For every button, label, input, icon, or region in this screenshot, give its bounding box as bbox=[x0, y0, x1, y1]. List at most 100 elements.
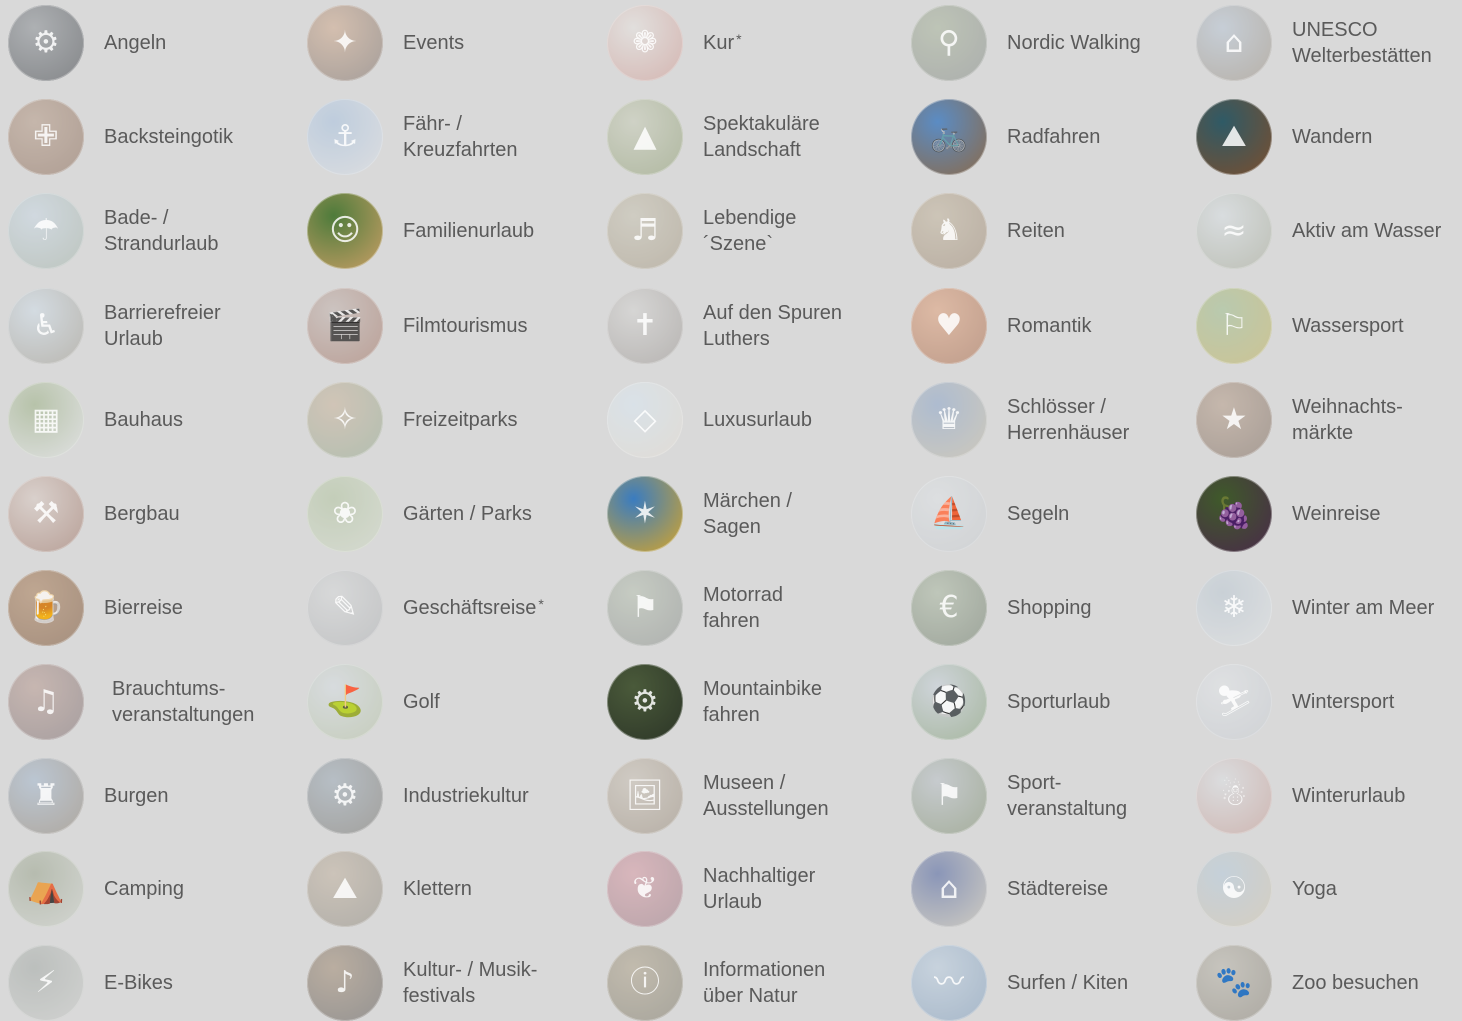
category-label: Weihnachts- märkte bbox=[1292, 396, 1403, 444]
category-tile[interactable]: ⌂ Städtereise bbox=[911, 851, 1108, 927]
thumbnail-glyph: ⛰ bbox=[332, 871, 358, 906]
category-tile[interactable]: 〰 Surfen / Kiten bbox=[911, 945, 1128, 1021]
category-tile[interactable]: ☃ Winterurlaub bbox=[1196, 758, 1405, 834]
category-tile[interactable]: ▦ Bauhaus bbox=[8, 382, 183, 458]
thumbnail-glyph: ☯ bbox=[1220, 871, 1248, 906]
category-label: Filmtourismus bbox=[403, 315, 528, 337]
category-tile[interactable]: ❁ Kur * bbox=[607, 5, 742, 81]
category-tile[interactable]: ⛷ Wintersport bbox=[1196, 664, 1394, 740]
category-tile[interactable]: 🍇 Weinreise bbox=[1196, 476, 1381, 552]
category-label: Mountainbike fahren bbox=[703, 678, 822, 726]
thumbnail-glyph: ✙ bbox=[33, 119, 59, 154]
category-label: Informationen über Natur bbox=[703, 959, 826, 1007]
category-tile[interactable]: ❦ Nachhaltiger Urlaub bbox=[607, 851, 815, 927]
thumbnail-glyph: 🚲 bbox=[930, 119, 968, 154]
category-label: E-Bikes bbox=[104, 972, 173, 994]
category-tile[interactable]: ⓘ Informationen über Natur bbox=[607, 945, 825, 1021]
category-tile[interactable]: ♥ Romantik bbox=[911, 288, 1091, 364]
category-label: Spektakuläre Landschaft bbox=[703, 113, 820, 161]
category-label: Barrierefreier Urlaub bbox=[104, 302, 221, 350]
category-tile[interactable]: ⚒ Bergbau bbox=[8, 476, 180, 552]
category-tile[interactable]: ⚙ Industriekultur bbox=[307, 758, 529, 834]
golf-icon: ⛳ bbox=[307, 664, 383, 740]
category-label: Schlösser / Herrenhäuser bbox=[1007, 396, 1130, 444]
thumbnail-glyph: ⓘ bbox=[630, 965, 660, 1000]
thumbnail-glyph: ♿ bbox=[32, 308, 60, 343]
ebike-icon: ⚡ bbox=[8, 945, 84, 1021]
thumbnail-glyph: ❀ bbox=[332, 496, 358, 531]
category-tile[interactable]: ⛺ Camping bbox=[8, 851, 184, 927]
category-tile[interactable]: ⛰ Wandern bbox=[1196, 99, 1372, 175]
category-tile[interactable]: ⛵ Segeln bbox=[911, 476, 1069, 552]
category-label: Kur * bbox=[703, 31, 742, 54]
thumbnail-glyph: ♪ bbox=[335, 965, 355, 1000]
thumbnail-glyph: ⚙ bbox=[32, 25, 60, 60]
category-tile[interactable]: ◇ Luxusurlaub bbox=[607, 382, 812, 458]
category-tile[interactable]: € Shopping bbox=[911, 570, 1092, 646]
category-label: Events bbox=[403, 32, 465, 54]
category-tile[interactable]: ☯ Yoga bbox=[1196, 851, 1337, 927]
thumbnail-glyph: ♬ bbox=[631, 213, 659, 248]
category-tile[interactable]: ✦ Events bbox=[307, 5, 464, 81]
sustainability-icon: ❦ bbox=[607, 851, 683, 927]
mountainbike-icon: ⚙ bbox=[607, 664, 683, 740]
category-label: Bade- / Strandurlaub bbox=[104, 207, 219, 255]
category-tile[interactable]: ⌂ UNESCO Welterbestätten bbox=[1196, 5, 1432, 81]
beach-icon: ☂ bbox=[8, 193, 84, 269]
category-tile[interactable]: ❀ Gärten / Parks bbox=[307, 476, 532, 552]
category-label: Winter am Meer bbox=[1292, 597, 1435, 619]
category-tile[interactable]: ⚓ Fähr- / Kreuzfahrten bbox=[307, 99, 518, 175]
thumbnail-glyph: ✝ bbox=[632, 308, 658, 343]
camping-icon: ⛺ bbox=[8, 851, 84, 927]
category-tile[interactable]: ⚙ Mountainbike fahren bbox=[607, 664, 822, 740]
thumbnail-glyph: ⛵ bbox=[930, 496, 968, 531]
category-tile[interactable]: ⚡ E-Bikes bbox=[8, 945, 173, 1021]
category-tile[interactable]: ★ Weihnachts- märkte bbox=[1196, 382, 1403, 458]
business-icon: ✎ bbox=[307, 570, 383, 646]
category-tile[interactable]: ✝ Auf den Spuren Luthers bbox=[607, 288, 842, 364]
category-tile[interactable]: ⚑ Sport- veranstaltung bbox=[911, 758, 1127, 834]
christmas-market-icon: ★ bbox=[1196, 382, 1272, 458]
category-tile[interactable]: ⚑ Motorrad fahren bbox=[607, 570, 783, 646]
category-tile[interactable]: ⚙ Angeln bbox=[8, 5, 166, 81]
category-tile[interactable]: ♬ Lebendige ´Szene` bbox=[607, 193, 796, 269]
category-tile[interactable]: ⚐ Wassersport bbox=[1196, 288, 1404, 364]
thumbnail-glyph: ☂ bbox=[32, 213, 60, 248]
category-tile[interactable]: ♜ Burgen bbox=[8, 758, 169, 834]
category-tile[interactable]: ⚽ Sporturlaub bbox=[911, 664, 1110, 740]
thumbnail-glyph: ⌂ bbox=[1224, 25, 1244, 60]
category-tile[interactable]: ☂ Bade- / Strandurlaub bbox=[8, 193, 219, 269]
category-label: Sport- veranstaltung bbox=[1007, 772, 1128, 820]
category-tile[interactable]: ✎ Geschäftsreise * bbox=[307, 570, 544, 646]
category-tile[interactable]: ⛳ Golf bbox=[307, 664, 440, 740]
category-tile[interactable]: ⛰ Klettern bbox=[307, 851, 472, 927]
category-tile[interactable]: ✧ Freizeitparks bbox=[307, 382, 517, 458]
category-tile[interactable]: ⚲ Nordic Walking bbox=[911, 5, 1141, 81]
category-tile[interactable]: ♫ Brauchtums- veranstaltungen bbox=[8, 664, 254, 740]
category-tile[interactable]: ♿ Barrierefreier Urlaub bbox=[8, 288, 221, 364]
category-tile[interactable]: ❄ Winter am Meer bbox=[1196, 570, 1434, 646]
category-tile[interactable]: ♛ Schlösser / Herrenhäuser bbox=[911, 382, 1129, 458]
category-label: UNESCO Welterbestätten bbox=[1292, 19, 1432, 67]
category-label: Wandern bbox=[1292, 126, 1373, 148]
category-tile[interactable]: 🎬 Filmtourismus bbox=[307, 288, 527, 364]
category-tile[interactable]: ≈ Aktiv am Wasser bbox=[1196, 193, 1441, 269]
thumbnail-glyph: ⚡ bbox=[35, 965, 57, 1000]
category-tile[interactable]: 🖼 Museen / Ausstellungen bbox=[607, 758, 829, 834]
thumbnail-glyph: ✧ bbox=[332, 402, 358, 437]
category-tile[interactable]: 🍺 Bierreise bbox=[8, 570, 183, 646]
category-tile[interactable]: ▲ Spektakuläre Landschaft bbox=[607, 99, 820, 175]
category-tile[interactable]: ♪ Kultur- / Musik- festivals bbox=[307, 945, 537, 1021]
category-tile[interactable]: ☺ Familienurlaub bbox=[307, 193, 534, 269]
thumbnail-glyph: ≈ bbox=[1221, 213, 1247, 248]
nordic-walking-icon: ⚲ bbox=[911, 5, 987, 81]
category-tile[interactable]: ♞ Reiten bbox=[911, 193, 1065, 269]
yoga-icon: ☯ bbox=[1196, 851, 1272, 927]
thumbnail-glyph: ♥ bbox=[935, 308, 963, 343]
category-label: Angeln bbox=[104, 32, 167, 54]
category-tile[interactable]: ✙ Backsteingotik bbox=[8, 99, 233, 175]
category-tile[interactable]: 🚲 Radfahren bbox=[911, 99, 1100, 175]
category-tile[interactable]: ✶ Märchen / Sagen bbox=[607, 476, 792, 552]
category-label: Zoo besuchen bbox=[1292, 972, 1419, 994]
category-tile[interactable]: 🐾 Zoo besuchen bbox=[1196, 945, 1419, 1021]
